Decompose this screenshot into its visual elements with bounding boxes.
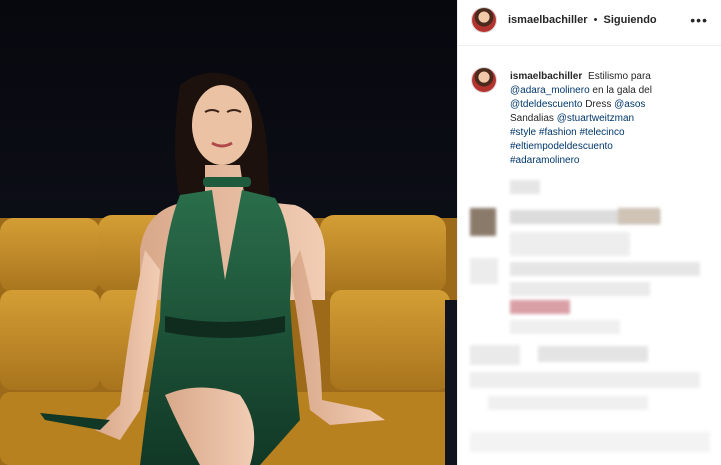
blurred-block [510, 232, 630, 256]
blurred-block [470, 372, 700, 388]
hashtag-telecinco[interactable]: #telecinco [580, 127, 625, 138]
post-caption: ismaelbachiller Estilismo para @adara_mo… [510, 70, 710, 168]
follow-status-button[interactable]: Siguiendo [603, 14, 656, 26]
blurred-block [618, 208, 660, 224]
blurred-block [510, 180, 540, 194]
hashtag-fashion[interactable]: #fashion [539, 127, 577, 138]
caption-text-estilismo: Estilismo para [588, 71, 651, 82]
mention-adara[interactable]: @adara_molinero [510, 85, 590, 96]
header-text: ismaelbachiller • Siguiendo [508, 14, 657, 26]
blurred-block [538, 346, 648, 362]
caption-avatar[interactable] [472, 68, 496, 92]
blurred-block [510, 262, 700, 276]
blurred-block [470, 258, 498, 284]
photo-illustration [0, 72, 457, 465]
hashtag-style[interactable]: #style [510, 127, 536, 138]
blurred-block [510, 320, 620, 334]
mention-tdeldescuento[interactable]: @tdeldescuento [510, 99, 582, 110]
mention-stuartweitzman[interactable]: @stuartweitzman [557, 113, 634, 124]
post-photo[interactable] [0, 0, 457, 465]
hashtag-adaramolinero[interactable]: #adaramolinero [510, 155, 580, 166]
blurred-avatar [470, 208, 496, 236]
hashtag-eltiempodeldescuento[interactable]: #eltiempodeldescuento [510, 141, 613, 152]
caption-username[interactable]: ismaelbachiller [510, 71, 582, 82]
post-header: ismaelbachiller • Siguiendo ••• [458, 0, 721, 46]
caption-text-gala: en la gala del [592, 85, 652, 96]
more-horizontal-icon[interactable]: ••• [690, 12, 708, 28]
blurred-block [510, 300, 570, 314]
author-username[interactable]: ismaelbachiller [508, 14, 588, 26]
blurred-block [470, 432, 710, 452]
author-avatar[interactable] [472, 8, 496, 32]
blurred-block [488, 396, 648, 410]
mention-asos[interactable]: @asos [614, 99, 645, 110]
post-side-panel: ismaelbachiller • Siguiendo ••• ismaelba… [457, 0, 721, 465]
header-separator: • [593, 14, 598, 26]
caption-text-sandalias: Sandalias [510, 113, 554, 124]
blurred-block [510, 282, 650, 296]
caption-text-dress: Dress [585, 99, 612, 110]
blurred-block [470, 345, 520, 365]
